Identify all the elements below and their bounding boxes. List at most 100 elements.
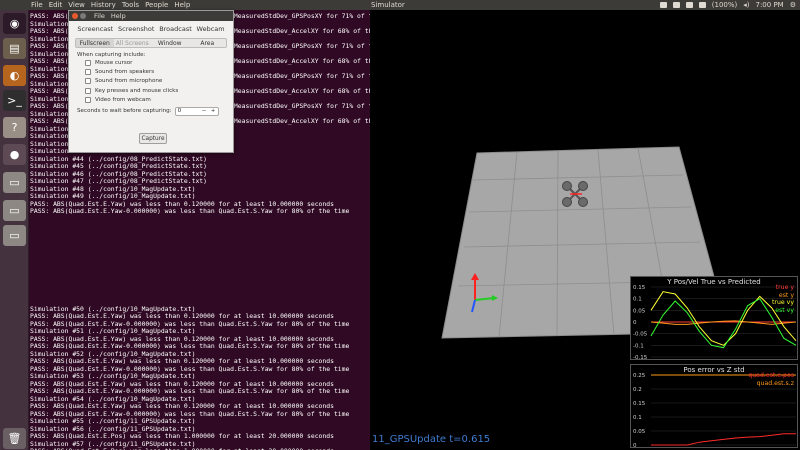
battery-icon[interactable] [698, 2, 706, 8]
webcam-icon[interactable]: ● [3, 144, 26, 165]
plot-legend: quad.est.e.pos quad.est.s.z [748, 372, 794, 387]
wifi-icon[interactable] [685, 2, 693, 8]
option-label: Sound from speakers [95, 69, 155, 76]
capture-options: When capturing include: Mouse cursor Sou… [69, 48, 233, 116]
close-icon[interactable] [72, 13, 78, 19]
ubuntu-dash-icon[interactable]: ◉ [3, 13, 26, 34]
option-label: Key presses and mouse clicks [95, 87, 179, 94]
option-sound-microphone[interactable]: Sound from microphone [77, 77, 225, 86]
tab-webcam[interactable]: Webcam [197, 25, 225, 36]
subtab-fullscreen[interactable]: Fullscreen [76, 39, 114, 47]
option-label: Video from webcam [95, 97, 151, 104]
checkbox[interactable] [85, 97, 91, 104]
checkbox[interactable] [85, 69, 91, 76]
menu-people[interactable]: People [145, 0, 168, 10]
legend-true-y: true y [775, 284, 794, 291]
tab-screencast[interactable]: Screencast [77, 25, 113, 36]
keyboard-icon[interactable] [672, 2, 680, 8]
checkbox[interactable] [85, 87, 91, 94]
legend-est-vy: est vy [775, 306, 794, 314]
capture-button[interactable]: Capture [139, 133, 167, 144]
y-tick-label: -0.05 [633, 332, 648, 338]
option-mouse-cursor[interactable]: Mouse cursor [77, 58, 225, 67]
top-panel: File Edit View History Tools People Help… [0, 0, 800, 10]
subtab-all-screens[interactable]: All Screens [114, 39, 152, 47]
help-icon[interactable]: ? [3, 117, 26, 138]
legend-est-s-z: quad.est.s.z [756, 379, 794, 387]
capture-area-selector: Fullscreen All Screens Window Area [75, 38, 227, 48]
option-key-presses[interactable]: Key presses and mouse clicks [77, 86, 225, 95]
plot-y-pos-vel[interactable]: 0.15 0.1 0.05 0 -0.05 -0.1 -0.15 Y Pos/Vel Tru… [630, 276, 798, 361]
menu-view[interactable]: View [68, 0, 85, 10]
system-tray: (100%) ◂) 7:00 PM ⚙ [659, 0, 796, 10]
delay-label: Seconds to wait before capturing: [77, 108, 172, 115]
plot-legend: true y est y true vy est vy [772, 284, 794, 314]
plot-pos-error[interactable]: 0.25 0.2 0.15 0.1 0.05 0 Pos error vs Z std q… [630, 364, 798, 449]
legend-est-e-pos: quad.est.e.pos [748, 372, 794, 379]
menu-help[interactable]: Help [174, 0, 190, 10]
dialog-tabs: Screencast Screenshot Broadcast Webcam [69, 21, 233, 36]
dialog-titlebar: File Help [69, 11, 233, 21]
dialog-menu-file[interactable]: File [94, 12, 105, 20]
sim-status: 11_GPSUpdate t=0.615 [372, 434, 491, 445]
minus-icon[interactable]: − [200, 108, 209, 114]
option-video-webcam[interactable]: Video from webcam [77, 96, 225, 105]
delay-row: Seconds to wait before capturing: 0 − + [77, 106, 225, 116]
tab-screenshot[interactable]: Screenshot [118, 25, 154, 36]
y-tick-label: 0.15 [633, 401, 646, 407]
y-tick-label: -0.1 [633, 343, 644, 349]
firefox-icon[interactable]: ◐ [3, 65, 26, 86]
y-tick-label: 0.1 [633, 297, 642, 303]
checkbox[interactable] [85, 78, 91, 85]
clock[interactable]: 7:00 PM [756, 0, 784, 10]
legend-est-y: est y [778, 291, 794, 299]
dropbox-icon[interactable] [659, 2, 667, 8]
menu-edit[interactable]: Edit [49, 0, 63, 10]
files-icon[interactable]: ▤ [3, 38, 26, 59]
plus-icon[interactable]: + [209, 108, 218, 114]
option-sound-speakers[interactable]: Sound from speakers [77, 67, 225, 76]
minimize-icon[interactable] [80, 13, 86, 19]
series-line-quad-est-e-pos [651, 433, 796, 446]
terminal-icon[interactable]: >_ [3, 90, 26, 111]
option-label: Sound from microphone [95, 78, 163, 85]
tab-broadcast[interactable]: Broadcast [159, 25, 192, 36]
y-tick-label: 0 [633, 320, 637, 326]
drive-icon-1[interactable]: ▭ [3, 172, 26, 193]
screencast-dialog: File Help Screencast Screenshot Broadcas… [68, 10, 234, 153]
legend-true-vy: true vy [772, 299, 794, 307]
y-tick-label: 0.05 [633, 429, 646, 435]
menu-history[interactable]: History [91, 0, 116, 10]
y-tick-label: 0.2 [633, 387, 642, 393]
gear-icon[interactable]: ⚙ [790, 0, 796, 10]
drive-icon-2[interactable]: ▭ [3, 200, 26, 221]
volume-icon[interactable]: ◂) [743, 0, 749, 10]
launcher: ◉ ▤ ◐ >_? ● ▭ ▭ ▭ 🗑 [0, 10, 29, 450]
checkbox[interactable] [85, 59, 91, 66]
desktop: File Edit View History Tools People Help… [0, 0, 800, 450]
delay-spinner[interactable]: 0 − + [174, 106, 219, 116]
menu-tools[interactable]: Tools [122, 0, 139, 10]
subtab-area[interactable]: Area [189, 39, 227, 47]
drive-icon-3[interactable]: ▭ [3, 225, 26, 246]
y-tick-label: 0.1 [633, 415, 642, 421]
dialog-menu-help[interactable]: Help [111, 12, 126, 20]
option-label: Mouse cursor [95, 59, 133, 66]
y-tick-label: 0 [633, 443, 637, 449]
subtab-window[interactable]: Window [151, 39, 189, 47]
battery-percent: (100%) [711, 1, 738, 9]
delay-value[interactable]: 0 [176, 108, 200, 114]
trash-icon[interactable]: 🗑 [3, 428, 26, 449]
y-tick-label: 0.05 [633, 308, 646, 314]
menu-file[interactable]: File [31, 0, 43, 10]
